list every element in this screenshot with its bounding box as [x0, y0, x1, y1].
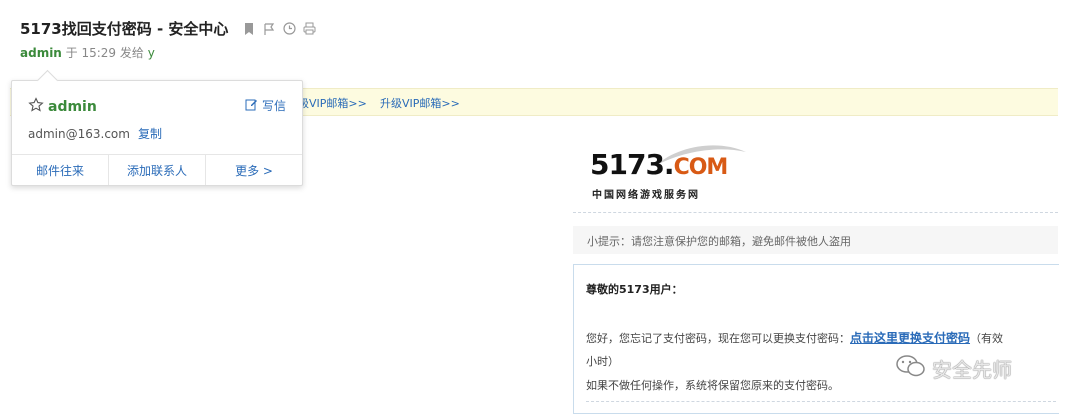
mail-subject: 5173找回支付密码 - 安全中心 [20, 20, 229, 38]
mail-meta: admin 于 15:29 发给 y [20, 44, 155, 61]
clock-icon[interactable] [282, 22, 296, 36]
more-button[interactable]: 更多 > [206, 155, 302, 185]
logo-com: COM [673, 155, 729, 180]
subject-toolbar [242, 22, 316, 36]
watermark-text: 安全先师 [932, 358, 1012, 382]
bookmark-icon[interactable] [242, 22, 256, 36]
mail-history-button[interactable]: 邮件往来 [12, 155, 109, 185]
upgrade-vip-link[interactable]: 升级VIP邮箱>> [380, 95, 460, 111]
flag-icon[interactable] [262, 22, 276, 36]
body-line-2: 小时） [586, 355, 619, 368]
print-icon[interactable] [302, 22, 316, 36]
body-line-1: 您好，您忘记了支付密码，现在您可以更换支付密码：点击这里更换支付密码（有效 [586, 329, 1003, 346]
wechat-icon [896, 354, 926, 383]
logo-main: 5173. [590, 148, 675, 181]
card-email-address: admin@163.com [28, 127, 130, 141]
meta-text: 于 15:29 发给 [61, 46, 148, 60]
card-actions: 邮件往来 添加联系人 更多 > [12, 154, 302, 185]
content-divider [586, 401, 1056, 402]
card-name-text: admin [48, 99, 97, 115]
watermark: 安全先师 [896, 354, 1012, 383]
edit-icon [245, 98, 258, 114]
contact-card: admin 写信 admin@163.com 复制 邮件往来 添加联系人 更多 > [11, 69, 303, 186]
logo-subtitle: 中国网络游戏服务网 [592, 190, 700, 201]
write-mail-button[interactable]: 写信 [245, 97, 286, 114]
subject-row: 5173找回支付密码 - 安全中心 [20, 18, 316, 39]
divider [573, 212, 1058, 213]
tip-bar: 小提示：请您注意保护您的邮箱，避免邮件被他人盗用 [573, 226, 1058, 254]
sender-name[interactable]: admin [20, 46, 62, 60]
change-password-link[interactable]: 点击这里更换支付密码 [850, 331, 970, 345]
greeting: 尊敬的5173用户： [586, 283, 683, 296]
star-icon[interactable] [28, 97, 44, 117]
recipient-name[interactable]: y [148, 46, 155, 60]
card-contact-name: admin [28, 97, 97, 117]
tip-text: 小提示：请您注意保护您的邮箱，避免邮件被他人盗用 [587, 235, 851, 248]
line1-suffix: （有效 [970, 332, 1004, 345]
add-contact-button[interactable]: 添加联系人 [109, 155, 206, 185]
mail-content: 尊敬的5173用户： 您好，您忘记了支付密码，现在您可以更换支付密码：点击这里更… [573, 264, 1059, 414]
line1-prefix: 您好，您忘记了支付密码，现在您可以更换支付密码： [586, 332, 850, 345]
write-label: 写信 [261, 99, 286, 113]
brand-logo: 5173.COM 中国网络游戏服务网 [590, 140, 760, 201]
card-email: admin@163.com 复制 [28, 125, 162, 142]
vip-link-partial[interactable]: 级VIP邮箱>> [298, 95, 367, 111]
copy-email-link[interactable]: 复制 [138, 127, 162, 141]
body-line-3: 如果不做任何操作，系统将保留您原来的支付密码。 [586, 379, 839, 392]
logo-text: 5173.COM [590, 148, 729, 181]
